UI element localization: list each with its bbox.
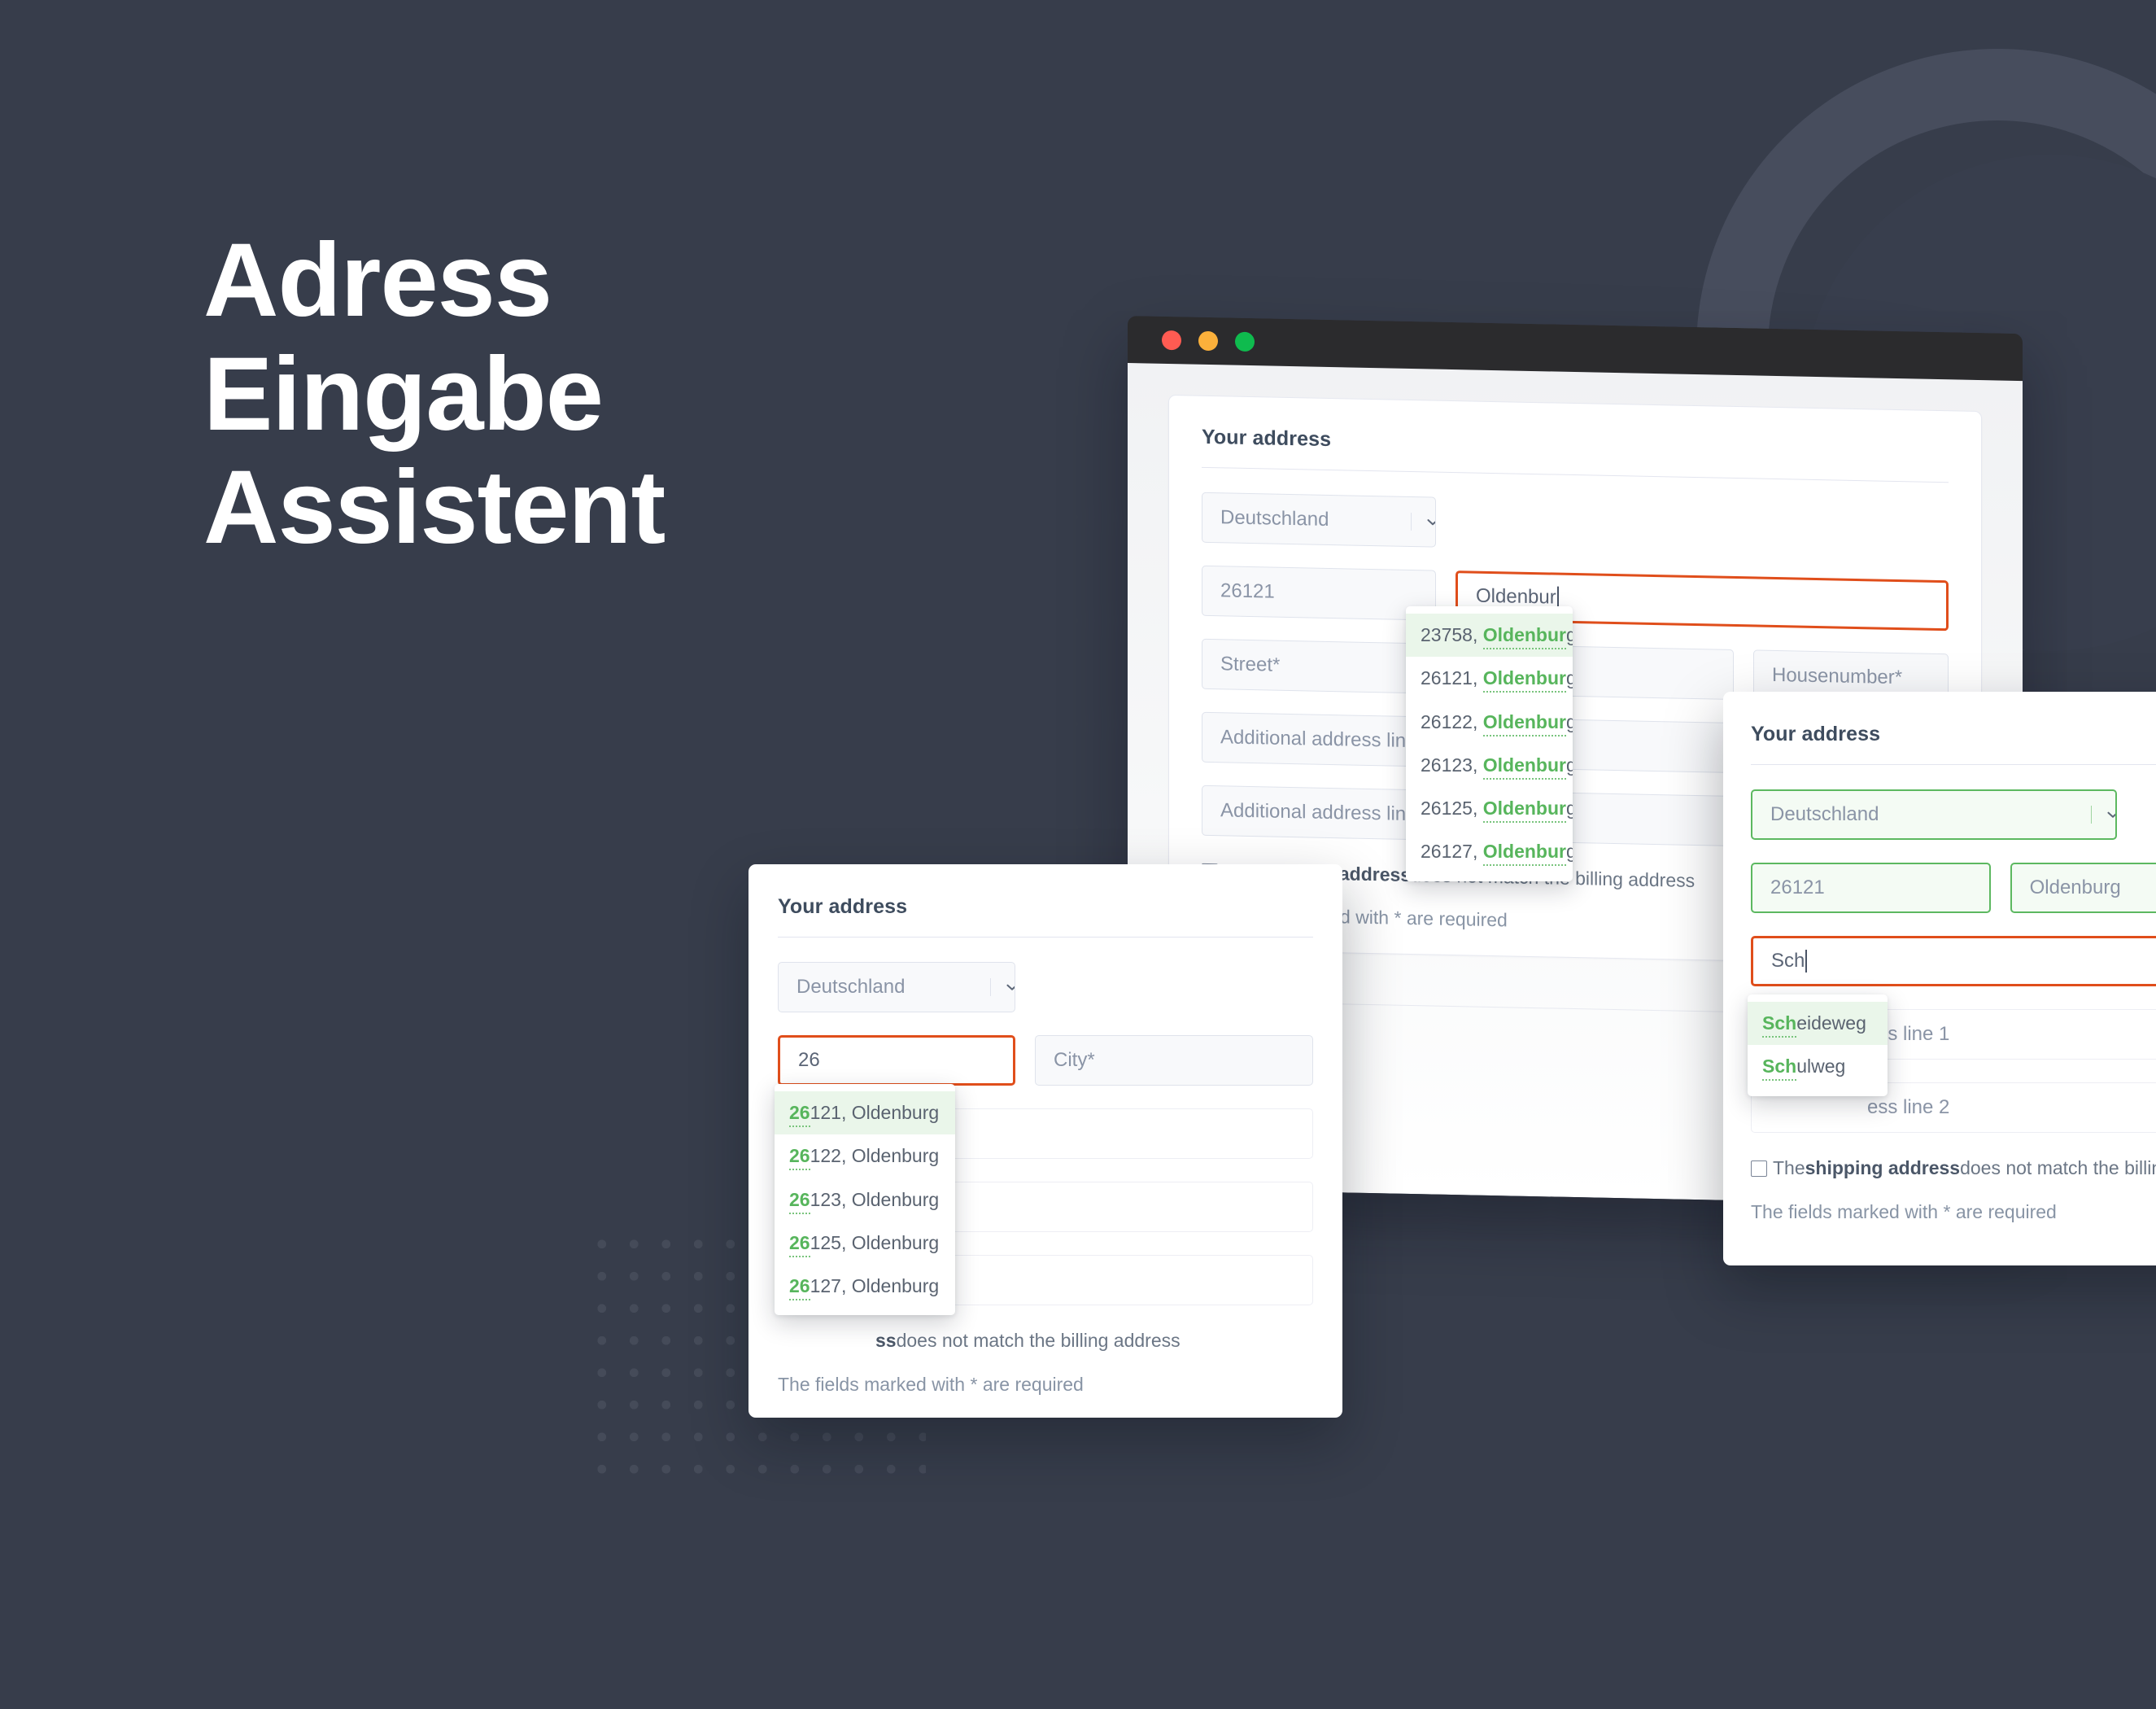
country-select[interactable]: Deutschland xyxy=(778,962,1015,1012)
housenumber-input-placeholder: Housenumber* xyxy=(1772,663,1903,689)
street-input-value: Sch xyxy=(1771,950,1805,972)
city-input-placeholder: City* xyxy=(1054,1049,1095,1071)
city-input-value: Oldenburg xyxy=(2029,876,2121,898)
suggestion-item[interactable]: 26123, Oldenburg xyxy=(775,1178,955,1222)
zip-input-value: 26121 xyxy=(1770,876,1825,898)
shipping-checkbox-suffix: does not match the billing address xyxy=(896,1330,1181,1351)
suggestion-rest: 121, Oldenburg xyxy=(810,1102,940,1123)
suggestion-match: Oldenbur xyxy=(1482,754,1566,780)
suggestion-item[interactable]: 26122, Oldenburg xyxy=(775,1134,955,1178)
suggestion-zip: 26123, xyxy=(1421,754,1483,776)
page-title-line-2: Eingabe xyxy=(203,335,604,452)
zip-input[interactable]: 26121 xyxy=(1751,863,1991,913)
heading-divider xyxy=(1751,764,2156,765)
required-fields-note: The fields marked with * are required xyxy=(1751,1201,2057,1222)
zip-input[interactable]: 26121 xyxy=(1202,565,1436,621)
page-title: Adress Eingabe Assistent xyxy=(203,224,936,565)
suggestion-match: 26 xyxy=(789,1275,810,1301)
chevron-down-icon xyxy=(1411,512,1436,532)
form-heading: Your address xyxy=(1202,425,1332,452)
suggestion-rest: 125, Oldenburg xyxy=(810,1231,940,1253)
zip-input[interactable]: 26 xyxy=(778,1035,1015,1086)
zip-input-value: 26121 xyxy=(1220,579,1275,603)
shipping-checkbox-bold: ss xyxy=(875,1330,897,1351)
city-input[interactable]: Oldenburg xyxy=(2010,863,2156,913)
suggestion-match: Oldenbur xyxy=(1482,798,1566,824)
suggestion-rest: 123, Oldenburg xyxy=(810,1188,940,1210)
shipping-checkbox-suffix: does not match the billin xyxy=(1960,1157,2156,1178)
form-heading: Your address xyxy=(778,895,908,918)
suggestion-rest: g xyxy=(1565,624,1573,645)
city-suggestion-dropdown[interactable]: 23758, Oldenburg 26121, Oldenburg 26122,… xyxy=(1406,606,1573,881)
window-close-icon[interactable] xyxy=(1162,330,1181,351)
suggestion-item[interactable]: 26121, Oldenburg xyxy=(1406,657,1573,700)
shipping-checkbox-bold: shipping address xyxy=(1805,1157,1961,1178)
suggestion-item[interactable]: Scheideweg xyxy=(1748,1002,1888,1046)
city-input[interactable]: City* xyxy=(1035,1035,1313,1086)
checkbox-icon[interactable] xyxy=(1751,1160,1767,1177)
suggestion-zip: 26121, xyxy=(1421,667,1483,689)
zip-suggestion-dropdown[interactable]: 26121, Oldenburg 26122, Oldenburg 26123,… xyxy=(775,1084,955,1316)
suggestion-rest: 127, Oldenburg xyxy=(810,1275,940,1297)
suggestion-zip: 26127, xyxy=(1421,841,1483,863)
country-select-value: Deutschland xyxy=(1770,803,1879,825)
chevron-down-icon xyxy=(990,978,1015,996)
suggestion-match: Oldenbur xyxy=(1482,667,1566,693)
suggestion-rest: g xyxy=(1565,841,1573,863)
suggestion-zip: 26125, xyxy=(1421,798,1483,820)
suggestion-match: Sch xyxy=(1762,1012,1797,1038)
suggestion-zip: 26122, xyxy=(1421,710,1483,732)
chevron-down-icon xyxy=(2091,806,2115,824)
suggestion-match: 26 xyxy=(789,1188,810,1214)
suggestion-item[interactable]: 26127, Oldenburg xyxy=(1406,830,1573,873)
required-fields-note: The fields marked with * are required xyxy=(778,1374,1084,1395)
street-input-placeholder: Street* xyxy=(1220,653,1281,676)
suggestion-match: 26 xyxy=(789,1231,810,1257)
country-select-value: Deutschland xyxy=(1220,506,1329,531)
zip-input-value: 26 xyxy=(798,1049,820,1071)
suggestion-match: Oldenbur xyxy=(1482,624,1566,649)
suggestion-item[interactable]: 26121, Oldenburg xyxy=(775,1091,955,1135)
suggestion-item[interactable]: 26123, Oldenburg xyxy=(1406,744,1573,787)
street-suggestion-dropdown[interactable]: Scheideweg Schulweg xyxy=(1748,994,1888,1096)
suggestion-rest: g xyxy=(1565,667,1573,689)
suggestion-item[interactable]: 26122, Oldenburg xyxy=(1406,701,1573,744)
shipping-address-checkbox-row[interactable]: The shipping address does not match the … xyxy=(1751,1157,2156,1179)
address-card-street: Your address Deutschland 26121 Oldenburg… xyxy=(1723,692,2156,1265)
window-minimize-icon[interactable] xyxy=(1198,330,1218,352)
suggestion-match: Oldenbur xyxy=(1482,710,1566,736)
country-select[interactable]: Deutschland xyxy=(1202,492,1436,548)
suggestion-item[interactable]: Schulweg xyxy=(1748,1045,1888,1088)
additional-line-2-placeholder: ess line 2 xyxy=(1867,1096,1950,1118)
country-select-value: Deutschland xyxy=(796,976,906,998)
country-select[interactable]: Deutschland xyxy=(1751,789,2117,840)
suggestion-rest: 122, Oldenburg xyxy=(810,1145,940,1167)
shipping-checkbox-prefix: The xyxy=(1773,1157,1805,1178)
additional-line-1-placeholder: Additional address line 1 xyxy=(1220,726,1434,753)
suggestion-rest: g xyxy=(1565,798,1573,820)
suggestion-match: Sch xyxy=(1762,1056,1797,1082)
suggestion-item[interactable]: 23758, Oldenburg xyxy=(1406,614,1573,658)
suggestion-rest: eideweg xyxy=(1796,1012,1866,1034)
form-heading: Your address xyxy=(1751,723,1881,745)
page-title-line-1: Adress xyxy=(203,222,552,339)
suggestion-item[interactable]: 26125, Oldenburg xyxy=(775,1222,955,1265)
suggestion-rest: g xyxy=(1565,754,1573,776)
additional-line-2-placeholder: Additional address line 2 xyxy=(1220,799,1434,826)
window-maximize-icon[interactable] xyxy=(1235,331,1255,352)
text-cursor xyxy=(1805,950,1808,973)
suggestion-rest: g xyxy=(1565,710,1573,732)
suggestion-zip: 23758, xyxy=(1421,624,1483,645)
suggestion-match: Oldenbur xyxy=(1482,841,1566,867)
page-title-line-3: Assistent xyxy=(203,449,666,566)
shipping-address-checkbox-row[interactable]: ss does not match the billing address xyxy=(875,1330,1313,1352)
suggestion-rest: ulweg xyxy=(1796,1056,1846,1077)
heading-divider xyxy=(778,937,1313,938)
suggestion-match: 26 xyxy=(789,1102,810,1127)
suggestion-match: 26 xyxy=(789,1145,810,1171)
suggestion-item[interactable]: 26125, Oldenburg xyxy=(1406,787,1573,830)
street-input[interactable]: Sch xyxy=(1751,936,2156,986)
suggestion-item[interactable]: 26127, Oldenburg xyxy=(775,1265,955,1308)
heading-divider xyxy=(1202,466,1949,483)
